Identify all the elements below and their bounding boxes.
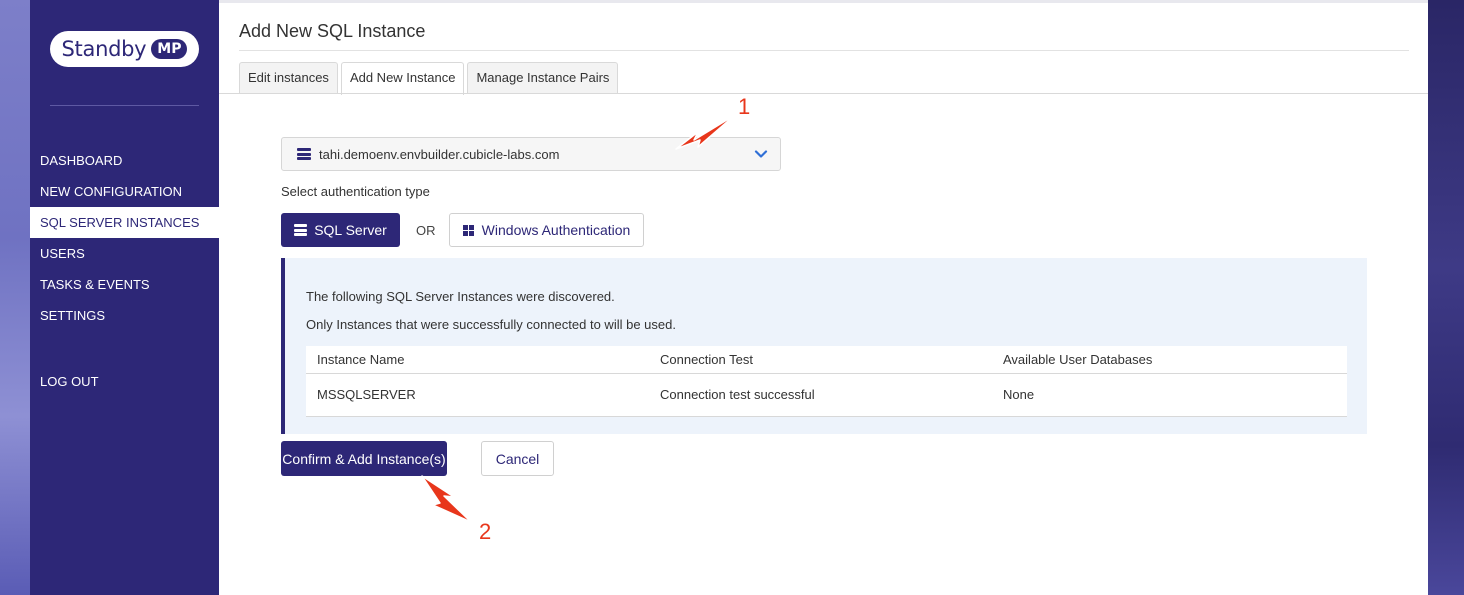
sidebar: Standby MP DASHBOARD NEW CONFIGURATION S… [30,0,219,595]
windows-icon [462,224,474,236]
tab-bar: Edit instances Add New Instance Manage I… [239,62,621,95]
page-title: Add New SQL Instance [239,21,426,41]
logo-badge: MP [151,39,188,59]
discovery-panel: The following SQL Server Instances were … [281,258,1367,434]
annotation-number-2: 2 [479,519,492,544]
server-icon [297,148,311,160]
cancel-button[interactable]: Cancel [481,441,554,476]
chevron-down-icon [754,150,768,158]
sidebar-item-new-configuration[interactable]: NEW CONFIGURATION [30,176,219,207]
instance-select-value: tahi.demoenv.envbuilder.cubicle-labs.com [319,146,560,162]
discovery-message: The following SQL Server Instances were … [306,289,615,304]
windows-auth-button[interactable]: Windows Authentication [449,213,644,247]
confirm-add-instances-button[interactable]: Confirm & Add Instance(s) [281,441,447,476]
table-header-row: Instance Name Connection Test Available … [306,346,1347,374]
cell-available-databases: None [992,373,1347,417]
sidebar-nav: DASHBOARD NEW CONFIGURATION SQL SERVER I… [30,145,219,331]
title-divider [239,50,1409,51]
auth-or-text: OR [416,223,436,238]
sidebar-item-dashboard[interactable]: DASHBOARD [30,145,219,176]
server-icon [294,224,308,236]
cell-instance-name: MSSQLSERVER [306,373,649,417]
logo-text: Standby [61,37,147,61]
auth-type-label: Select authentication type [281,184,430,199]
sidebar-item-sql-server-instances[interactable]: SQL SERVER INSTANCES [30,207,219,238]
cell-connection-test: Connection test successful [649,373,992,417]
annotation-arrow-2 [421,475,472,523]
window-frame-right [1428,0,1464,595]
column-header-instance-name: Instance Name [306,346,649,374]
window-frame-left [0,0,30,595]
app-logo[interactable]: Standby MP [50,31,199,67]
tab-add-new-instance[interactable]: Add New Instance [340,62,465,95]
sidebar-divider [50,105,199,106]
sidebar-item-users[interactable]: USERS [30,238,219,269]
column-header-connection-test: Connection Test [649,346,992,374]
table-row: MSSQLSERVER Connection test successful N… [306,373,1347,417]
tab-divider [219,93,1428,94]
sql-server-auth-label: SQL Server [314,222,387,238]
sidebar-item-tasks-events[interactable]: TASKS & EVENTS [30,269,219,300]
window-frame-top [219,0,1428,3]
instance-select[interactable]: tahi.demoenv.envbuilder.cubicle-labs.com [281,137,781,171]
logout-link[interactable]: LOG OUT [30,366,219,397]
instances-table: Instance Name Connection Test Available … [306,346,1347,417]
discovery-note: Only Instances that were successfully co… [306,317,676,332]
sql-server-auth-button[interactable]: SQL Server [281,213,400,247]
tab-manage-instance-pairs[interactable]: Manage Instance Pairs [467,62,619,94]
column-header-available-databases: Available User Databases [992,346,1347,374]
annotation-number-1: 1 [738,94,751,119]
windows-auth-label: Windows Authentication [481,222,631,238]
tab-edit-instances[interactable]: Edit instances [239,62,338,94]
sidebar-item-settings[interactable]: SETTINGS [30,300,219,331]
